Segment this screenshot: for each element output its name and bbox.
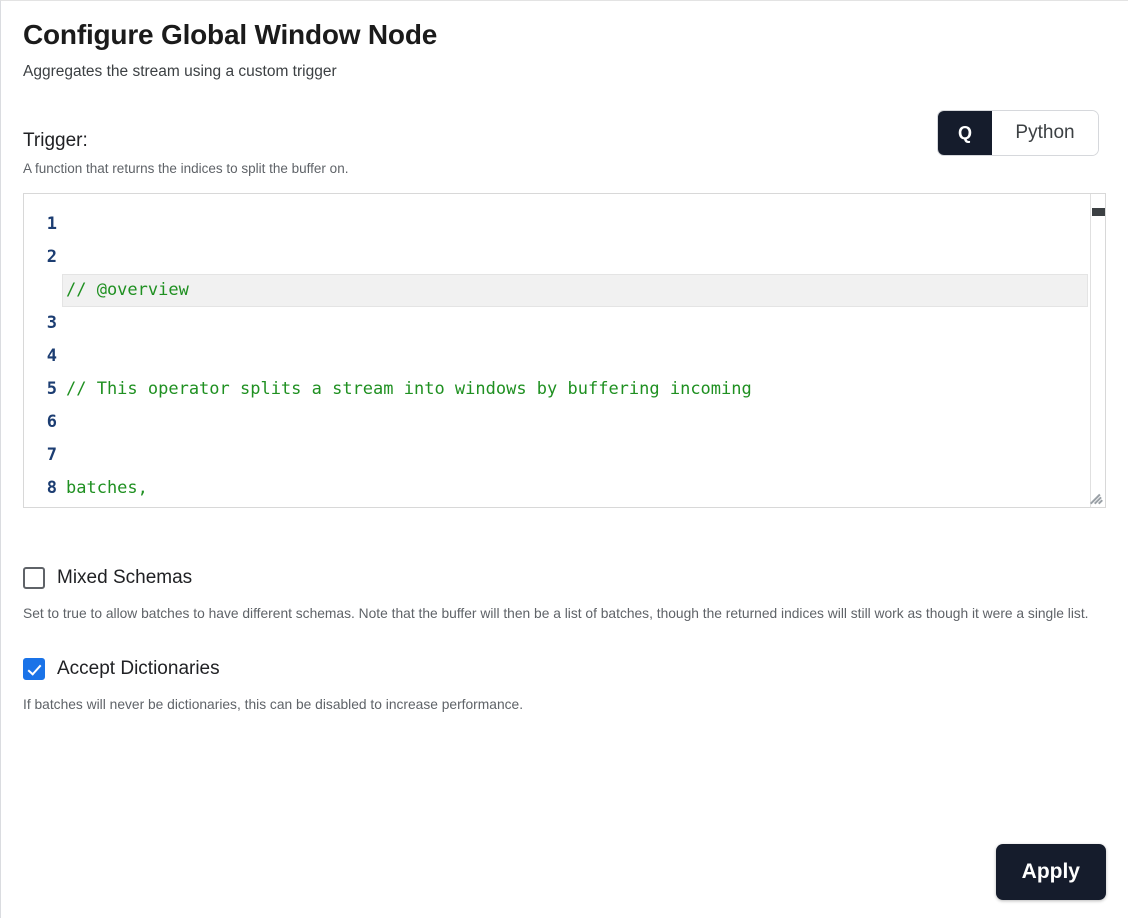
- page-title: Configure Global Window Node: [23, 19, 438, 50]
- code-editor[interactable]: 1 2 3 4 5 6 7 8 // @overview // This ope…: [23, 193, 1106, 508]
- line-number: 6: [46, 412, 57, 432]
- language-toggle[interactable]: Q Python: [937, 110, 1099, 156]
- line-number: 1: [46, 214, 57, 234]
- checkbox-label-mixed-schemas[interactable]: Mixed Schemas: [57, 566, 192, 590]
- code-editor-gutter: 1 2 3 4 5 6 7 8: [24, 208, 66, 507]
- help-text-mixed-schemas: Set to true to allow batches to have dif…: [23, 606, 1089, 621]
- line-number-wrap: [24, 274, 57, 307]
- line-number: 7: [46, 445, 57, 465]
- page-subtitle: Aggregates the stream using a custom tri…: [23, 63, 337, 80]
- code-editor-body[interactable]: 1 2 3 4 5 6 7 8 // @overview // This ope…: [24, 194, 1105, 507]
- checkbox-mixed-schemas[interactable]: [23, 567, 45, 589]
- line-number: 8: [46, 478, 57, 498]
- code-line-wrapped[interactable]: batches,: [66, 472, 1088, 505]
- language-option-python[interactable]: Python: [992, 111, 1098, 155]
- line-number: 2: [46, 247, 57, 267]
- help-text-accept-dictionaries: If batches will never be dictionaries, t…: [23, 697, 524, 712]
- apply-button[interactable]: Apply: [995, 844, 1106, 900]
- trigger-section-header: Trigger: A function that returns the ind…: [23, 110, 1106, 183]
- trigger-help-text: A function that returns the indices to s…: [23, 161, 349, 176]
- editor-resize-handle[interactable]: [1088, 490, 1103, 505]
- checkbox-row-mixed-schemas[interactable]: Mixed Schemas: [23, 566, 1106, 590]
- line-number: 5: [46, 379, 57, 399]
- line-number: 4: [46, 346, 57, 366]
- footer-actions: Apply: [995, 844, 1106, 900]
- editor-scrollbar-thumb[interactable]: [1092, 208, 1105, 216]
- configure-node-panel: Configure Global Window Node Aggregates …: [0, 0, 1128, 918]
- language-option-q[interactable]: Q: [938, 111, 992, 155]
- field-accept-dictionaries: Accept Dictionaries If batches will neve…: [23, 657, 1106, 715]
- checkbox-label-accept-dictionaries[interactable]: Accept Dictionaries: [57, 657, 220, 681]
- line-number: 3: [46, 313, 57, 333]
- code-content[interactable]: // @overview // This operator splits a s…: [62, 208, 1105, 507]
- checkbox-row-accept-dictionaries[interactable]: Accept Dictionaries: [23, 657, 1106, 681]
- code-line[interactable]: // This operator splits a stream into wi…: [66, 373, 1088, 406]
- code-line[interactable]: // @overview: [62, 274, 1088, 307]
- field-mixed-schemas: Mixed Schemas Set to true to allow batch…: [23, 566, 1106, 624]
- editor-scrollbar[interactable]: [1090, 194, 1105, 507]
- checkbox-accept-dictionaries[interactable]: [23, 658, 45, 680]
